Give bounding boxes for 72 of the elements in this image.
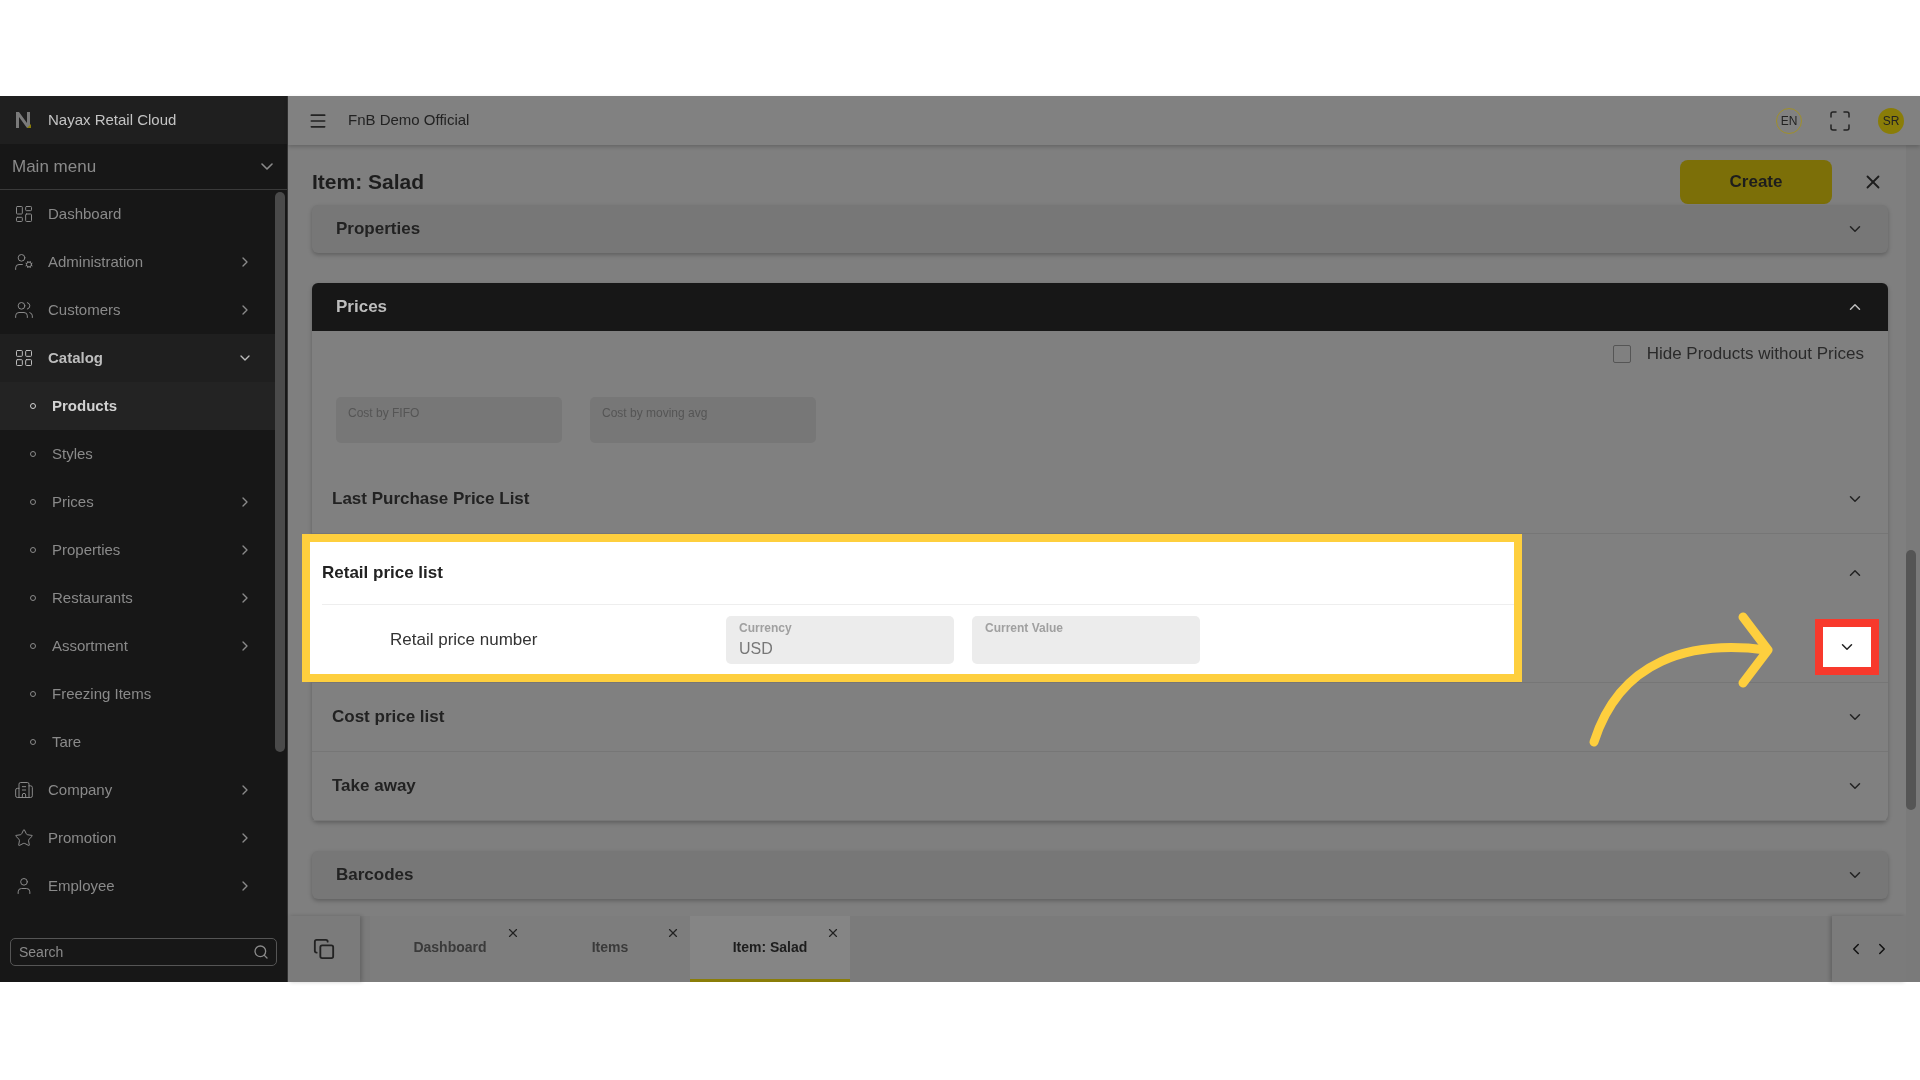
building-icon	[14, 780, 34, 800]
section-header[interactable]: Barcodes	[312, 851, 1888, 899]
scrollbar-thumb[interactable]	[275, 192, 285, 752]
checkbox-label: Hide Products without Prices	[1646, 343, 1864, 366]
fullscreen-icon[interactable]	[1828, 108, 1852, 133]
sidebar-subitem[interactable]: Styles	[0, 430, 275, 478]
sidebar-subitem[interactable]: Freezing Items	[0, 670, 275, 718]
sidebar-item-label: Employee	[48, 875, 116, 896]
sidebar-item-label: Customers	[48, 299, 122, 320]
users-icon	[14, 300, 34, 320]
page-title: Item: Salad	[312, 169, 426, 196]
close-tab-icon[interactable]	[506, 926, 520, 940]
user-avatar[interactable]: SR	[1878, 107, 1904, 134]
user-gear-icon	[14, 252, 34, 272]
section-header[interactable]: Properties	[312, 205, 1888, 253]
row-label: Retail price number	[390, 628, 539, 651]
tab[interactable]: Item: Salad	[690, 916, 850, 982]
price-list-title[interactable]: Cost price list	[332, 704, 445, 730]
sidebar-item[interactable]: Catalog	[0, 334, 275, 382]
section-title: Properties	[336, 218, 422, 241]
sidebar-item-label: Prices	[52, 491, 95, 512]
sidebar-subitem[interactable]: Assortment	[0, 622, 275, 670]
sidebar-subitem[interactable]: Products	[0, 382, 275, 430]
sidebar-item-label: Promotion	[48, 827, 118, 848]
sidebar-item[interactable]: Employee	[0, 862, 275, 910]
section-header[interactable]: Prices	[312, 283, 1888, 331]
price-list-title[interactable]: Take away	[332, 773, 416, 799]
close-tab-icon[interactable]	[666, 926, 680, 940]
chevron-icon	[261, 163, 273, 170]
sidebar-item-label: Restaurants	[52, 587, 134, 608]
scrollbar-thumb[interactable]	[1906, 550, 1916, 810]
create-button[interactable]: Create	[1680, 160, 1832, 204]
section-title: Prices	[336, 296, 389, 319]
sidebar-subitem[interactable]: Tare	[0, 718, 275, 766]
company-name: FnB Demo Official	[348, 110, 471, 131]
dashboard-icon	[14, 204, 34, 224]
field-label: Current Value	[985, 619, 1065, 637]
section-title: Barcodes	[336, 864, 415, 887]
star-icon	[14, 828, 34, 848]
expand-button[interactable]	[1815, 619, 1879, 675]
price-field[interactable]: Currency USD	[726, 615, 954, 664]
sidebar-item[interactable]: Administration	[0, 238, 275, 286]
field-label: Currency	[739, 619, 793, 637]
sidebar-subitem[interactable]: Restaurants	[0, 574, 275, 622]
sidebar-item-label: Freezing Items	[52, 683, 153, 704]
sidebar-item[interactable]: Customers	[0, 286, 275, 334]
sidebar-item-label: Dashboard	[48, 203, 123, 224]
sidebar-subitem[interactable]: Prices	[0, 478, 275, 526]
sidebar-item[interactable]: Dashboard	[0, 190, 275, 238]
windows-icon[interactable]	[313, 938, 335, 960]
sidebar-item-label: Tare	[52, 731, 83, 752]
sidebar-item-label: Administration	[48, 251, 145, 272]
brand-name: Nayax Retail Cloud	[48, 109, 177, 130]
sidebar-item-label: Assortment	[52, 635, 129, 656]
sidebar-item[interactable]: Company	[0, 766, 275, 814]
grid-icon	[14, 348, 34, 368]
main-menu-toggle[interactable]: Main menu	[0, 144, 287, 190]
logo-icon	[14, 110, 34, 130]
close-tab-icon[interactable]	[826, 926, 840, 940]
sidebar-item-label: Products	[52, 395, 118, 416]
sidebar-subitem[interactable]: Properties	[0, 526, 275, 574]
checkbox[interactable]	[1612, 345, 1631, 363]
search-icon	[253, 944, 269, 960]
sidebar-item-label: Properties	[52, 539, 122, 560]
price-list-title[interactable]: Last Purchase Price List	[332, 486, 530, 512]
sidebar-item-label: Styles	[52, 443, 94, 464]
search-field[interactable]: Search	[10, 938, 277, 966]
field-value: USD	[739, 638, 774, 659]
sidebar-item[interactable]: Promotion	[0, 814, 275, 862]
sidebar-item-label: Catalog	[48, 347, 104, 368]
price-list-title[interactable]: Retail price list	[322, 560, 443, 586]
sidebar-item-label: Company	[48, 779, 114, 800]
